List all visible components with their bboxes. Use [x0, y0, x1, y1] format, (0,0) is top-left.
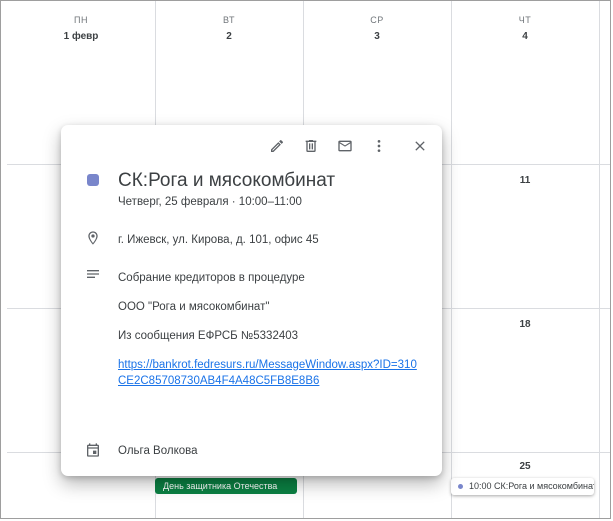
- cell-date-18[interactable]: 18: [451, 319, 599, 330]
- description-line: ООО "Рога и мясокомбинат": [118, 301, 270, 313]
- delete-button[interactable]: [298, 133, 324, 159]
- event-chip-time: 10:00: [469, 481, 492, 491]
- event-chip-title: СК:Рога и мясокомбинат: [494, 481, 594, 491]
- description-line: Из сообщения ЕФРСБ №5332403: [118, 330, 299, 342]
- event-location[interactable]: г. Ижевск, ул. Кирова, д. 101, офис 45: [118, 233, 319, 247]
- description-link[interactable]: https://bankrot.fedresurs.ru/MessageWind…: [118, 357, 418, 389]
- email-guests-button[interactable]: [332, 133, 358, 159]
- day-date[interactable]: 3: [303, 31, 451, 43]
- description-icon: [87, 270, 99, 278]
- cell-date-11[interactable]: 11: [451, 175, 599, 186]
- event-color-dot: [458, 484, 463, 489]
- day-name: ВТ: [223, 15, 235, 25]
- grid-line: [451, 1, 452, 518]
- event-color-swatch: [87, 174, 99, 186]
- edit-button[interactable]: [264, 133, 290, 159]
- holiday-event-chip[interactable]: День защитника Отечества: [155, 478, 297, 494]
- more-options-button[interactable]: [366, 133, 392, 159]
- event-chip[interactable]: 10:00 СК:Рога и мясокомбинат: [451, 478, 594, 495]
- more-vert-icon: [377, 140, 381, 152]
- day-date[interactable]: 4: [451, 31, 599, 43]
- day-header-mon[interactable]: ПН 1 февр: [7, 15, 155, 43]
- day-date[interactable]: 1 февр: [7, 31, 155, 43]
- close-icon: [415, 141, 425, 151]
- trash-icon: [305, 140, 317, 152]
- day-date[interactable]: 2: [155, 31, 303, 43]
- day-header-wed[interactable]: СР 3: [303, 15, 451, 43]
- event-datetime: Четверг, 25 февраля · 10:00–11:00: [118, 196, 302, 208]
- description-line: Собрание кредиторов в процедуре: [118, 272, 305, 284]
- day-name: СР: [370, 15, 384, 25]
- mail-icon: [338, 140, 352, 152]
- cell-date-25[interactable]: 25: [451, 461, 599, 472]
- day-name: ЧТ: [518, 15, 532, 25]
- grid-line: [599, 1, 600, 518]
- event-title: СК:Рога и мясокомбинат: [118, 170, 336, 191]
- calendar-icon: [87, 443, 99, 457]
- location-pin-icon: [88, 231, 98, 245]
- day-header-tue[interactable]: ВТ 2: [155, 15, 303, 43]
- day-header-thu[interactable]: ЧТ 4: [451, 15, 599, 43]
- calendar-owner: Ольга Волкова: [118, 445, 198, 457]
- event-details-popup: СК:Рога и мясокомбинат Четверг, 25 февра…: [61, 125, 442, 476]
- close-button[interactable]: [407, 133, 433, 159]
- day-name: ПН: [74, 15, 88, 25]
- pencil-icon: [271, 139, 284, 152]
